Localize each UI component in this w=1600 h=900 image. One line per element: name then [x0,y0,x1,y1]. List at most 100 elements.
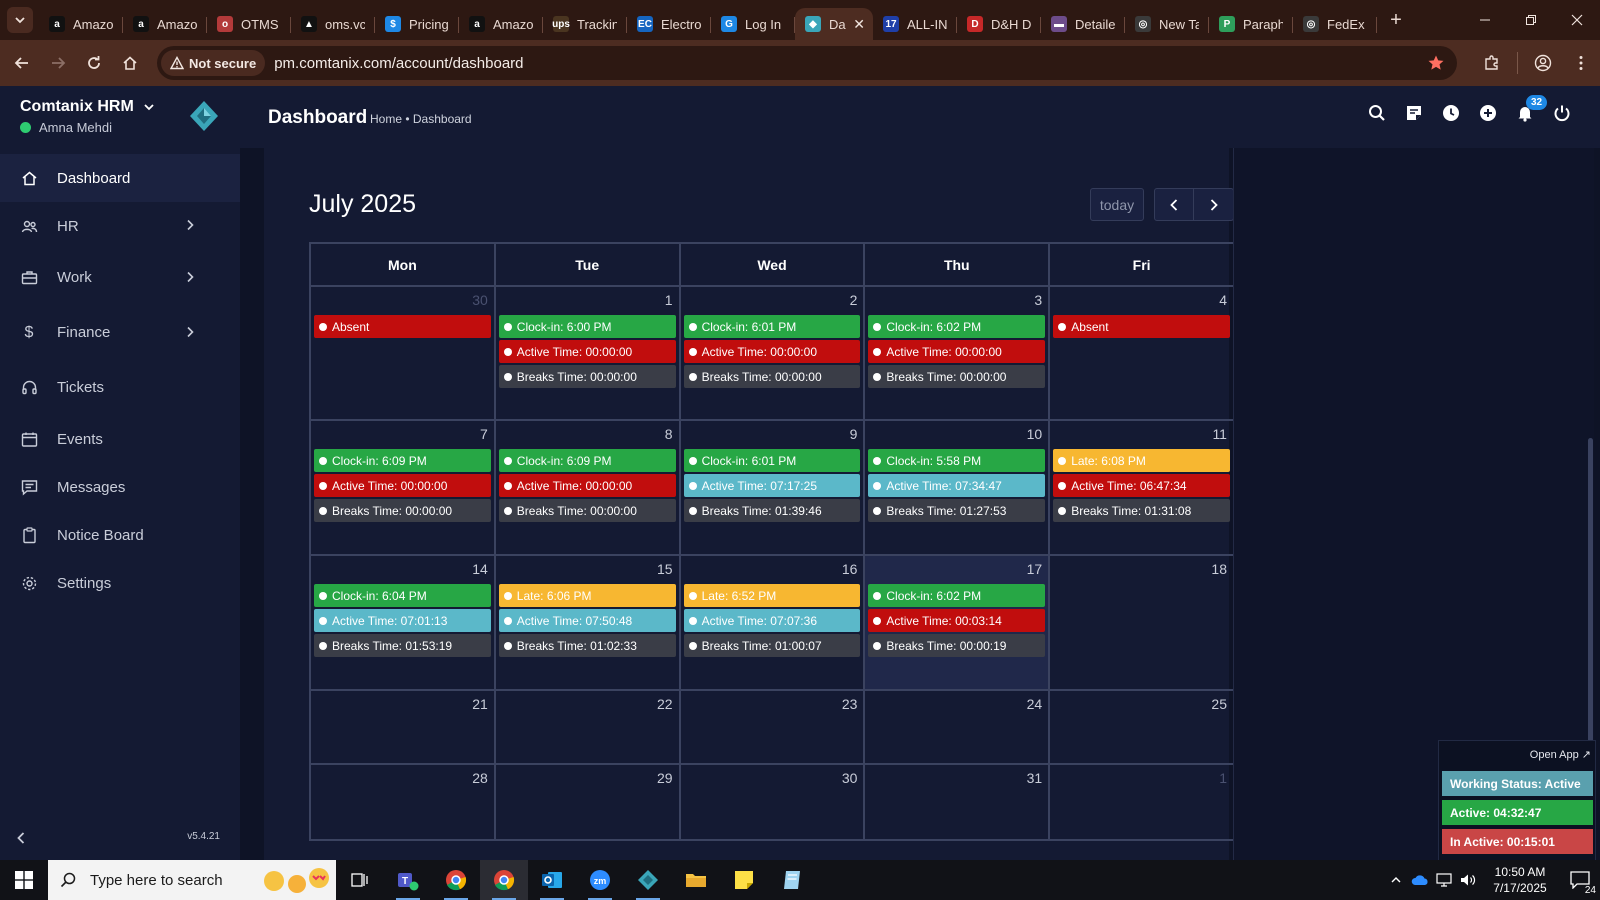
taskbar-app-outlook[interactable] [528,860,576,900]
calendar-day[interactable]: 1 Clock-in: 6:00 PM Active Time: 00:00:00 B… [496,287,681,419]
calendar-day[interactable]: 23 [681,691,866,763]
browser-tab[interactable]: a Amazo [39,8,123,40]
calendar-event[interactable]: Late: 6:52 PM [683,584,861,607]
calendar-day[interactable]: 14 Clock-in: 6:04 PM Active Time: 07:01:13… [311,556,496,689]
reload-button[interactable] [76,45,112,81]
taskbar-app-chrome[interactable] [432,860,480,900]
browser-tab[interactable]: ◎ New Ta [1125,8,1209,40]
power-icon[interactable] [1543,104,1580,122]
volume-icon[interactable] [1456,873,1480,887]
sidebar-item-dashboard[interactable]: Dashboard [0,154,240,202]
breadcrumb[interactable]: Home • Dashboard [370,112,472,126]
sticky-note-icon[interactable] [1395,104,1432,122]
sidebar-item-hr[interactable]: HR [0,202,240,250]
sidebar-item-notice-board[interactable]: Notice Board [0,511,240,559]
calendar-day[interactable]: 2 Clock-in: 6:01 PM Active Time: 00:00:00 B… [681,287,866,419]
sidebar-item-events[interactable]: Events [0,415,240,463]
calendar-day[interactable]: 3 Clock-in: 6:02 PM Active Time: 00:00:00 B… [865,287,1051,419]
browser-tab[interactable]: $ Pricing [375,8,459,40]
browser-tab[interactable]: 17 ALL-IN [873,8,957,40]
url-text[interactable]: pm.comtanix.com/account/dashboard [274,55,523,72]
minimize-button[interactable] [1462,0,1508,40]
calendar-day-today[interactable]: 17 Clock-in: 6:02 PM Active Time: 00:03:14… [865,556,1051,689]
calendar-event[interactable]: Active Time: 00:00:00 [868,340,1046,363]
calendar-day[interactable]: 15 Late: 6:06 PM Active Time: 07:50:48 Brea… [496,556,681,689]
calendar-event[interactable]: Breaks Time: 00:00:00 [868,365,1046,388]
calendar-event[interactable]: Absent [314,315,491,338]
calendar-day[interactable]: 7 Clock-in: 6:09 PM Active Time: 00:00:00 B… [311,421,496,554]
calendar-event[interactable]: Active Time: 07:50:48 [498,609,676,632]
calendar-day[interactable]: 25 [1050,691,1233,763]
restore-button[interactable] [1508,0,1554,40]
calendar-event[interactable]: Late: 6:08 PM [1053,449,1230,472]
task-view-button[interactable] [336,860,384,900]
today-button[interactable]: today [1090,188,1144,221]
browser-tab[interactable]: a Amazo [123,8,207,40]
calendar-event[interactable]: Late: 6:06 PM [498,584,676,607]
calendar-day[interactable]: 21 [311,691,496,763]
calendar-event[interactable]: Clock-in: 5:58 PM [868,449,1046,472]
calendar-day[interactable]: 1 [1050,765,1233,839]
sidebar-item-messages[interactable]: Messages [0,463,240,511]
calendar-event[interactable]: Clock-in: 6:04 PM [314,584,491,607]
calendar-day[interactable]: 4 Absent [1050,287,1233,419]
calendar-event[interactable]: Breaks Time: 00:00:00 [498,499,676,522]
taskbar-app-zoom[interactable]: zm [576,860,624,900]
back-button[interactable] [4,45,40,81]
brand-switcher[interactable]: Comtanix HRM [20,98,155,116]
calendar-event[interactable]: Clock-in: 6:00 PM [498,315,676,338]
calendar-event[interactable]: Breaks Time: 01:53:19 [314,634,491,657]
calendar-event[interactable]: Active Time: 00:03:14 [868,609,1046,632]
browser-tab[interactable]: D D&H D [957,8,1041,40]
calendar-event[interactable]: Clock-in: 6:02 PM [868,315,1046,338]
browser-tab[interactable]: ◆ Da ✕ [795,8,873,40]
calendar-event[interactable]: Breaks Time: 01:00:07 [683,634,861,657]
calendar-day[interactable]: 22 [496,691,681,763]
sidebar-item-tickets[interactable]: Tickets [0,360,240,415]
chevron-up-icon[interactable] [1384,874,1408,886]
notification-bell-icon[interactable]: 32 [1506,95,1547,122]
taskbar-app-notes[interactable] [768,860,816,900]
clock-icon[interactable] [1432,104,1469,122]
browser-menu-button[interactable] [1562,45,1600,81]
calendar-day[interactable]: 29 [496,765,681,839]
calendar-day[interactable]: 8 Clock-in: 6:09 PM Active Time: 00:00:00 B… [496,421,681,554]
open-app-link[interactable]: Open App ↗ [1530,748,1591,761]
prev-month-button[interactable] [1154,188,1194,221]
calendar-event[interactable]: Absent [1053,315,1230,338]
calendar-day[interactable]: 30 Absent [311,287,496,419]
calendar-event[interactable]: Breaks Time: 01:02:33 [498,634,676,657]
calendar-event[interactable]: Active Time: 07:17:25 [683,474,861,497]
calendar-day[interactable]: 11 Late: 6:08 PM Active Time: 06:47:34 Brea… [1050,421,1233,554]
calendar-event[interactable]: Breaks Time: 00:00:00 [314,499,491,522]
browser-tab[interactable]: P Paraph [1209,8,1293,40]
close-tab-icon[interactable]: ✕ [853,16,865,33]
calendar-event[interactable]: Breaks Time: 01:31:08 [1053,499,1230,522]
taskbar-app-teams[interactable]: T [384,860,432,900]
browser-tab[interactable]: ups Trackin [543,8,627,40]
taskbar-app-file-explorer[interactable] [672,860,720,900]
calendar-event[interactable]: Breaks Time: 01:39:46 [683,499,861,522]
calendar-event[interactable]: Breaks Time: 00:00:00 [683,365,861,388]
action-center-button[interactable]: 24 [1560,871,1600,896]
calendar-event[interactable]: Active Time: 00:00:00 [683,340,861,363]
calendar-event[interactable]: Active Time: 07:34:47 [868,474,1046,497]
browser-tab[interactable]: a Amazo [459,8,543,40]
calendar-event[interactable]: Breaks Time: 01:27:53 [868,499,1046,522]
taskbar-app-chrome-profile[interactable] [480,860,528,900]
calendar-day[interactable]: 28 [311,765,496,839]
calendar-event[interactable]: Active Time: 06:47:34 [1053,474,1230,497]
close-window-button[interactable] [1554,0,1600,40]
calendar-event[interactable]: Clock-in: 6:02 PM [868,584,1046,607]
sidebar-item-finance[interactable]: $ Finance [0,305,240,360]
forward-button[interactable] [40,45,76,81]
browser-tab[interactable]: ▲ oms.vc [291,8,375,40]
add-circle-icon[interactable] [1469,104,1506,122]
sidebar-item-work[interactable]: Work [0,250,240,305]
calendar-day[interactable]: 24 [865,691,1051,763]
calendar-day[interactable]: 10 Clock-in: 5:58 PM Active Time: 07:34:47… [865,421,1051,554]
calendar-day[interactable]: 9 Clock-in: 6:01 PM Active Time: 07:17:25 B… [681,421,866,554]
home-button[interactable] [112,45,148,81]
profile-button[interactable] [1524,45,1562,81]
calendar-day[interactable]: 30 [681,765,866,839]
